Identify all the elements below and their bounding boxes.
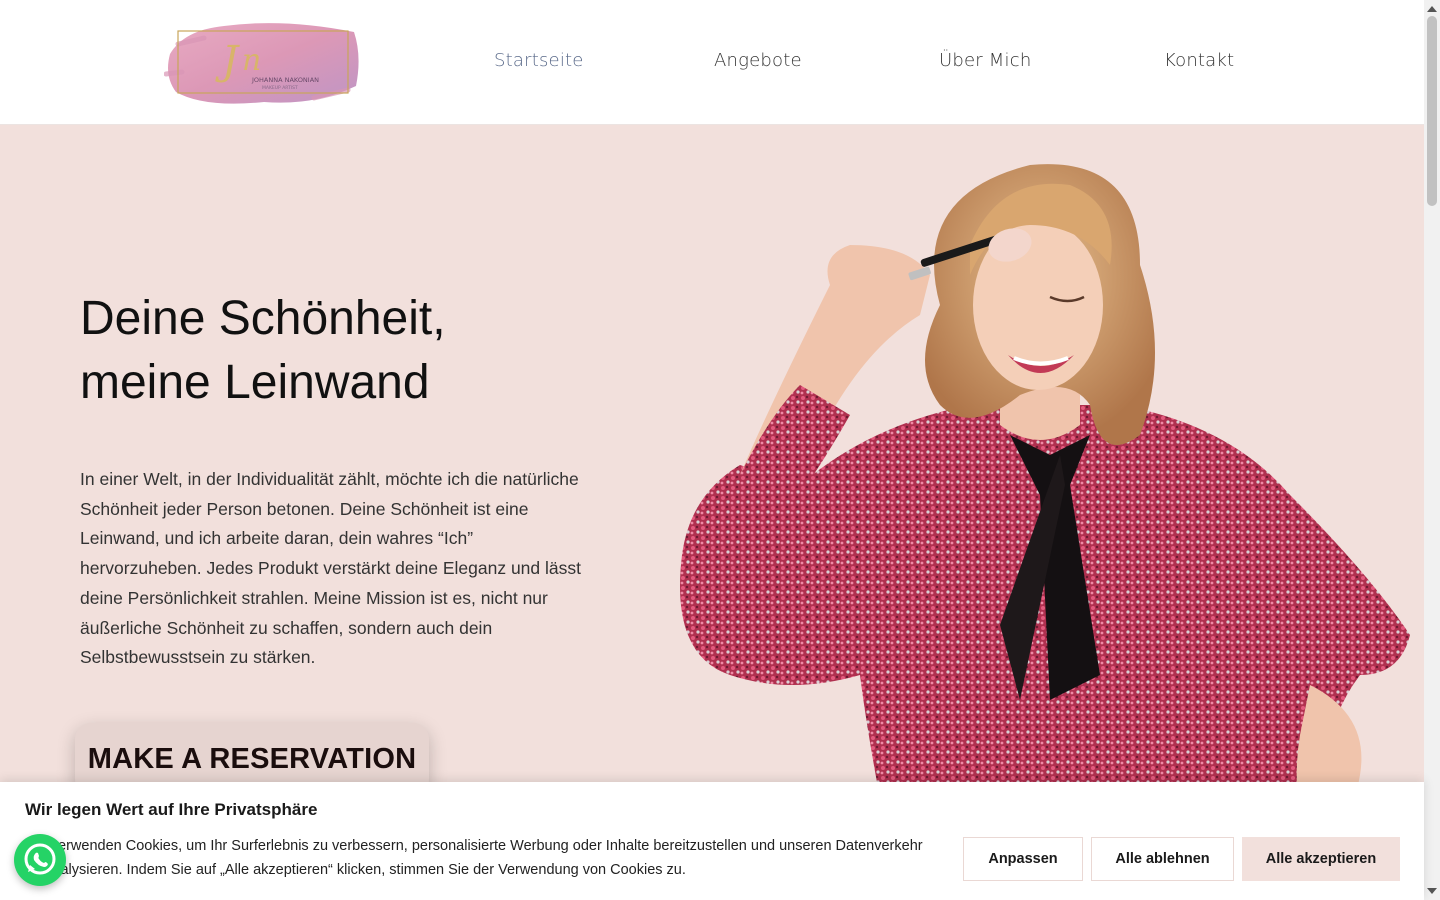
whatsapp-chat-button[interactable]	[14, 834, 66, 886]
scroll-down-arrow-icon[interactable]	[1427, 888, 1437, 894]
cookie-title: Wir legen Wert auf Ihre Privatsphäre	[25, 800, 318, 819]
nav-startseite[interactable]: Startseite	[494, 50, 584, 71]
scroll-thumb[interactable]	[1427, 16, 1437, 206]
cookie-accept-all-button[interactable]: Alle akzeptieren	[1242, 837, 1400, 881]
nav-ueber-mich[interactable]: Über Mich	[939, 50, 1031, 71]
nav-angebote[interactable]: Angebote	[714, 50, 802, 71]
whatsapp-icon	[24, 843, 56, 875]
hero-title-line-1: Deine Schönheit,	[80, 292, 446, 345]
main-nav: Startseite Angebote Über Mich Kontakt	[0, 50, 1424, 78]
cookie-consent-banner: Wir legen Wert auf Ihre Privatsphäre Wir…	[0, 782, 1424, 900]
cookie-customize-button[interactable]: Anpassen	[963, 837, 1083, 881]
hero-title: Deine Schönheit, meine Leinwand	[80, 287, 446, 415]
hero-description: In einer Welt, in der Individualität zäh…	[80, 469, 581, 668]
cookie-reject-all-button[interactable]: Alle ablehnen	[1091, 837, 1234, 881]
site-header: J n JOHANNA NAKONIAN MAKEUP ARTIST Start…	[0, 0, 1424, 125]
page-scrollbar[interactable]	[1424, 0, 1440, 900]
scroll-up-arrow-icon[interactable]	[1427, 6, 1437, 12]
hero-title-line-2: meine Leinwand	[80, 356, 430, 409]
nav-kontakt[interactable]: Kontakt	[1164, 50, 1234, 71]
svg-text:MAKEUP ARTIST: MAKEUP ARTIST	[262, 85, 298, 91]
cookie-description: Wir verwenden Cookies, um Ihr Surferlebn…	[25, 838, 923, 878]
